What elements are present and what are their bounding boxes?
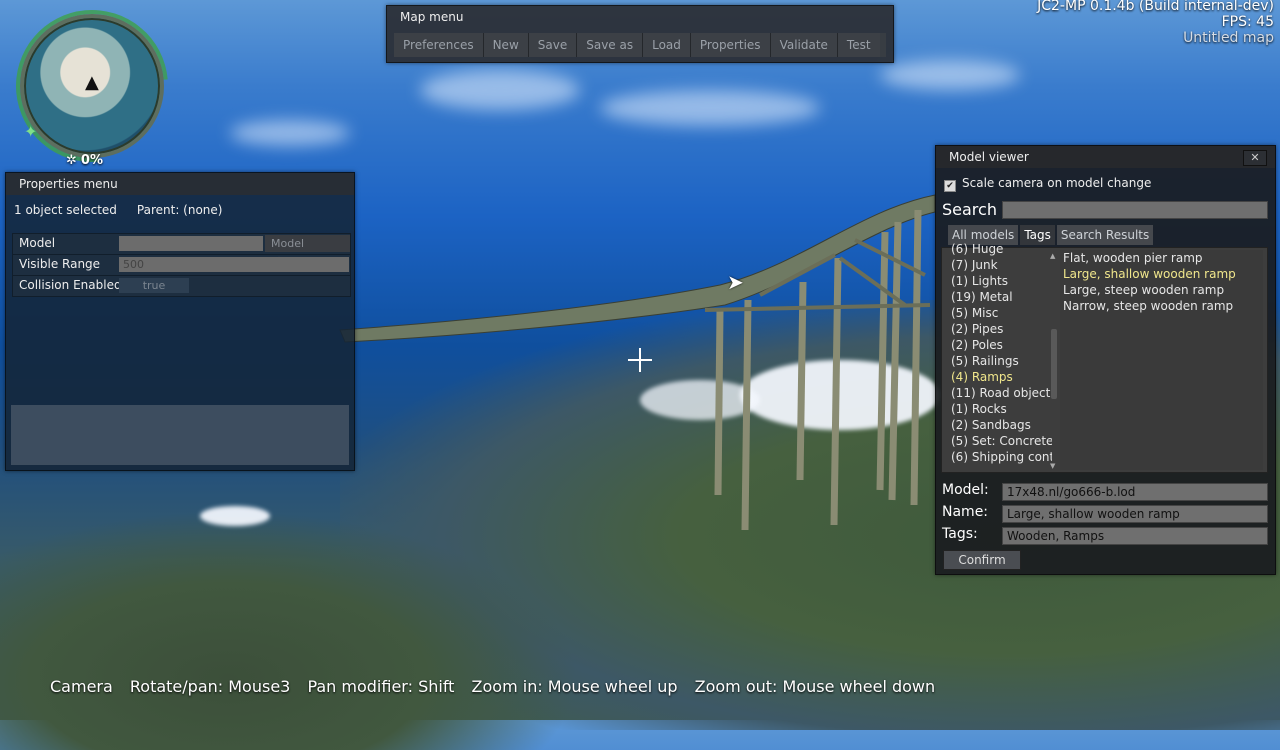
heat-indicator: ✲ 0% — [66, 153, 103, 168]
name-field-label: Name: — [942, 504, 989, 520]
model-field-label: Model: — [942, 482, 989, 498]
help-pan: Pan modifier: Shift — [307, 677, 455, 696]
confirm-button[interactable]: Confirm — [943, 550, 1021, 570]
tag-item-selected[interactable]: (4) Ramps — [942, 369, 1052, 385]
new-button[interactable]: New — [483, 33, 529, 57]
visible-range-row: Visible Range 500 — [12, 254, 351, 276]
player-arrow-icon: ▲ — [85, 72, 99, 93]
save-as-button[interactable]: Save as — [577, 33, 644, 57]
model-result-item[interactable]: Large, steep wooden ramp — [1060, 282, 1263, 298]
properties-description-box — [11, 405, 349, 465]
tag-item[interactable]: (1) Lights — [942, 273, 1052, 289]
tags-field-label: Tags: — [942, 526, 978, 542]
heat-icon: ✲ — [66, 153, 77, 168]
model-result-item-selected[interactable]: Large, shallow wooden ramp — [1060, 266, 1263, 282]
search-input[interactable] — [1002, 201, 1268, 219]
collision-label: Collision Enabled — [19, 278, 122, 292]
version-text: JC2-MP 0.1.4b (Build internal-dev) — [1037, 0, 1274, 14]
close-button[interactable]: ✕ — [1243, 150, 1267, 166]
help-zoom-in: Zoom in: Mouse wheel up — [471, 677, 678, 696]
properties-menu-panel: Properties menu 1 object selected Parent:… — [5, 172, 355, 471]
properties-menu-title: Properties menu — [6, 173, 354, 195]
scale-camera-option[interactable]: ✔ Scale camera on model change — [944, 176, 1151, 192]
tag-browser: (6) Huge (7) Junk (1) Lights (19) Metal … — [941, 242, 1268, 473]
tag-item[interactable]: (19) Metal — [942, 289, 1052, 305]
scroll-down-icon[interactable]: ▼ — [1050, 462, 1055, 470]
scale-camera-label: Scale camera on model change — [962, 176, 1152, 190]
mouse-pointer-icon: ➤ — [727, 270, 744, 294]
selection-info: 1 object selected Parent: (none) — [14, 203, 222, 217]
fps-text: FPS: 45 — [1221, 14, 1274, 30]
visible-range-label: Visible Range — [19, 257, 101, 271]
tag-item[interactable]: (6) Huge — [942, 241, 1052, 257]
tag-item[interactable]: (5) Set: Concrete w — [942, 433, 1052, 449]
tag-item[interactable]: (1) Rocks — [942, 401, 1052, 417]
tag-item[interactable]: (2) Poles — [942, 337, 1052, 353]
help-mode: Camera — [50, 677, 113, 696]
model-result-item[interactable]: Flat, wooden pier ramp — [1060, 250, 1263, 266]
model-property-field[interactable] — [119, 236, 263, 251]
map-name-text: Untitled map — [1183, 30, 1274, 46]
tag-item[interactable]: (11) Road objects — [942, 385, 1052, 401]
model-viewer-button[interactable]: Model viewer — [265, 235, 350, 267]
selection-count: 1 object selected — [14, 203, 117, 217]
collision-row: Collision Enabled true — [12, 275, 351, 297]
tag-list-scrollbar[interactable]: ▲ ▼ — [1050, 252, 1058, 470]
star-icon: ✦ — [24, 122, 38, 141]
help-zoom-out: Zoom out: Mouse wheel down — [694, 677, 936, 696]
load-button[interactable]: Load — [643, 33, 691, 57]
properties-button[interactable]: Properties — [690, 33, 771, 57]
model-tags-field[interactable]: Wooden, Ramps — [1002, 527, 1268, 545]
tag-item[interactable]: (5) Misc — [942, 305, 1052, 321]
model-path-field[interactable]: 17x48.nl/go666-b.lod — [1002, 483, 1268, 501]
save-button[interactable]: Save — [528, 33, 578, 57]
tag-item[interactable]: (2) Pipes — [942, 321, 1052, 337]
preferences-button[interactable]: Preferences — [394, 33, 484, 57]
map-menu-panel: Map menu Preferences New Save Save as Lo… — [386, 5, 894, 63]
model-results-list: Flat, wooden pier ramp Large, shallow wo… — [1060, 250, 1263, 470]
crosshair-icon — [628, 348, 652, 372]
search-label: Search — [942, 200, 997, 219]
model-viewer-title: Model viewer — [936, 146, 1275, 168]
scale-camera-checkbox[interactable]: ✔ — [944, 180, 956, 192]
tag-item[interactable]: (2) Sandbags — [942, 417, 1052, 433]
tag-item[interactable]: (6) Shipping cont — [942, 449, 1052, 465]
scroll-thumb[interactable] — [1051, 329, 1057, 399]
help-rotate: Rotate/pan: Mouse3 — [129, 677, 291, 696]
controls-help-bar: Camera Rotate/pan: Mouse3 Pan modifier: … — [50, 677, 947, 696]
test-button[interactable]: Test — [837, 33, 880, 57]
map-menu-title: Map menu — [400, 10, 464, 24]
validate-button[interactable]: Validate — [770, 33, 838, 57]
parent-info: Parent: (none) — [136, 203, 223, 217]
model-result-item[interactable]: Narrow, steep wooden ramp — [1060, 298, 1263, 314]
collision-toggle[interactable]: true — [119, 278, 189, 293]
model-property-row: Model Model viewer — [12, 233, 351, 267]
model-viewer-panel: Model viewer ✕ ✔ Scale camera on model ch… — [935, 145, 1276, 575]
tag-item[interactable]: (5) Railings — [942, 353, 1052, 369]
model-name-field[interactable]: Large, shallow wooden ramp — [1002, 505, 1268, 523]
map-menu-buttons: Preferences New Save Save as Load Proper… — [394, 33, 886, 57]
hud-info: JC2-MP 0.1.4b (Build internal-dev) FPS: … — [1037, 0, 1274, 46]
heat-value: 0% — [80, 153, 103, 168]
model-property-label: Model — [19, 236, 56, 250]
tag-item[interactable]: (7) Junk — [942, 257, 1052, 273]
scroll-up-icon[interactable]: ▲ — [1050, 252, 1055, 260]
tab-search-results[interactable]: Search Results — [1056, 225, 1154, 245]
visible-range-input[interactable]: 500 — [119, 257, 349, 272]
tag-list[interactable]: (6) Huge (7) Junk (1) Lights (19) Metal … — [942, 241, 1052, 465]
